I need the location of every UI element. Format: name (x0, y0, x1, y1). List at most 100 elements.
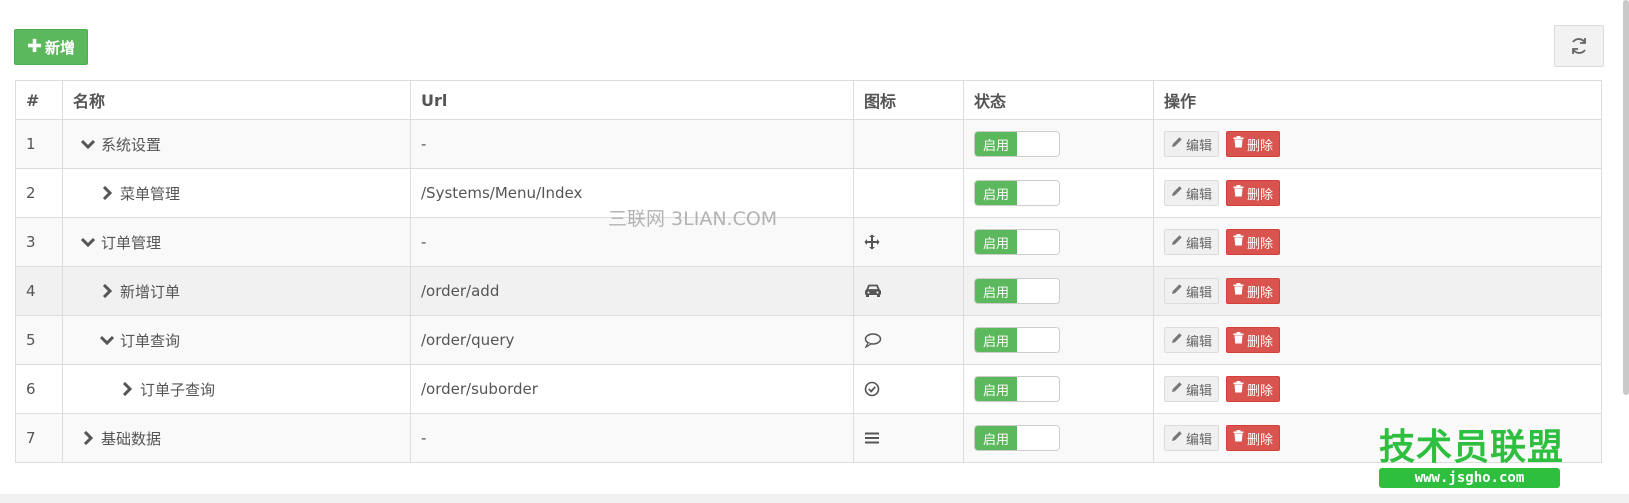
delete-button[interactable]: 删除 (1226, 376, 1281, 402)
toggle-knob (1017, 230, 1059, 254)
edit-button[interactable]: 编辑 (1164, 278, 1220, 304)
row-actions-cell: 编辑 删除 (1153, 217, 1602, 267)
menu-table: # 名称 Url 图标 状态 操作 1 系统设置 - 启用 编辑 删除 2 菜单… (15, 80, 1602, 463)
delete-button[interactable]: 删除 (1226, 278, 1281, 304)
edit-button[interactable]: 编辑 (1164, 229, 1220, 255)
chevron-down-icon[interactable] (100, 333, 114, 347)
row-name: 新增订单 (120, 282, 181, 301)
trash-icon (1233, 185, 1244, 201)
col-header-icon: 图标 (853, 80, 964, 120)
toggle-knob (1017, 377, 1059, 401)
chevron-right-icon[interactable] (100, 284, 114, 298)
row-icon-cell (853, 364, 964, 414)
status-toggle[interactable]: 启用 (974, 131, 1060, 157)
row-status-cell: 启用 (963, 364, 1154, 414)
delete-button[interactable]: 删除 (1226, 425, 1281, 451)
row-name: 基础数据 (101, 429, 162, 448)
chevron-down-icon[interactable] (81, 235, 95, 249)
delete-button[interactable]: 删除 (1226, 229, 1281, 255)
edit-button[interactable]: 编辑 (1164, 131, 1220, 157)
status-toggle[interactable]: 启用 (974, 376, 1060, 402)
chevron-right-icon[interactable] (120, 382, 134, 396)
row-icon-cell (853, 315, 964, 365)
table-row: 3 订单管理 - 启用 编辑 删除 (15, 217, 1602, 267)
chevron-right-icon[interactable] (100, 186, 114, 200)
chevron-down-icon[interactable] (81, 137, 95, 151)
chevron-right-icon[interactable] (81, 431, 95, 445)
bars-icon (864, 431, 953, 445)
edit-button-label: 编辑 (1186, 187, 1213, 203)
edit-button[interactable]: 编辑 (1164, 425, 1220, 451)
logo-title: 技术员联盟 (1379, 427, 1565, 468)
table-row: 7 基础数据 - 启用 编辑 删除 (15, 413, 1602, 463)
plus-icon: ✚ (26, 36, 43, 57)
edit-button[interactable]: 编辑 (1164, 376, 1220, 402)
table-row: 1 系统设置 - 启用 编辑 删除 (15, 119, 1602, 169)
row-name: 订单管理 (101, 233, 162, 252)
add-button[interactable]: ✚ 新增 (14, 29, 88, 65)
status-toggle[interactable]: 启用 (974, 327, 1060, 353)
col-header-actions: 操作 (1153, 80, 1602, 120)
row-status-cell: 启用 (963, 266, 1154, 316)
row-status-cell: 启用 (963, 168, 1154, 218)
move-icon (864, 234, 953, 250)
row-status-cell: 启用 (963, 413, 1154, 463)
row-name: 系统设置 (101, 135, 162, 154)
trash-icon (1233, 234, 1244, 250)
row-url: - (410, 413, 854, 463)
row-name: 订单查询 (120, 331, 181, 350)
status-toggle[interactable]: 启用 (974, 180, 1060, 206)
table-row: 2 菜单管理 /Systems/Menu/Index 启用 编辑 删除 (15, 168, 1602, 218)
row-number: 1 (15, 119, 63, 169)
delete-button-label: 删除 (1247, 432, 1274, 448)
status-label: 启用 (975, 132, 1017, 156)
row-number: 6 (15, 364, 63, 414)
row-url: /order/add (410, 266, 854, 316)
row-name-cell: 菜单管理 (62, 168, 411, 218)
edit-button-label: 编辑 (1186, 285, 1213, 301)
row-icon-cell (853, 217, 964, 267)
row-name-cell: 订单子查询 (62, 364, 411, 414)
row-name-cell: 系统设置 (62, 119, 411, 169)
add-button-label: 新增 (45, 38, 76, 57)
status-toggle[interactable]: 启用 (974, 425, 1060, 451)
pencil-icon (1171, 430, 1183, 446)
status-label: 启用 (975, 377, 1017, 401)
status-toggle[interactable]: 启用 (974, 229, 1060, 255)
row-url: - (410, 119, 854, 169)
edit-button[interactable]: 编辑 (1164, 327, 1220, 353)
row-number: 5 (15, 315, 63, 365)
page-bottom-strip (0, 494, 1629, 503)
status-label: 启用 (975, 426, 1017, 450)
site-logo: 技术员联盟 www.jsgho.com (1379, 430, 1564, 488)
row-status-cell: 启用 (963, 217, 1154, 267)
table-row: 5 订单查询 /order/query 启用 编辑 删除 (15, 315, 1602, 365)
table-header-row: # 名称 Url 图标 状态 操作 (15, 80, 1602, 120)
delete-button-label: 删除 (1247, 285, 1274, 301)
status-toggle[interactable]: 启用 (974, 278, 1060, 304)
col-header-url: Url (410, 80, 854, 120)
edit-button-label: 编辑 (1186, 432, 1213, 448)
col-header-name: 名称 (62, 80, 411, 120)
edit-button-label: 编辑 (1186, 334, 1213, 350)
pencil-icon (1171, 283, 1183, 299)
status-label: 启用 (975, 328, 1017, 352)
refresh-button[interactable] (1554, 25, 1604, 67)
check-circle-icon (864, 381, 953, 397)
pencil-icon (1171, 332, 1183, 348)
row-actions-cell: 编辑 删除 (1153, 266, 1602, 316)
delete-button[interactable]: 删除 (1226, 131, 1281, 157)
row-actions-cell: 编辑 删除 (1153, 315, 1602, 365)
vertical-scrollbar[interactable] (1623, 0, 1629, 395)
row-name: 菜单管理 (120, 184, 181, 203)
row-name-cell: 新增订单 (62, 266, 411, 316)
edit-button[interactable]: 编辑 (1164, 180, 1220, 206)
row-url: /order/query (410, 315, 854, 365)
row-icon-cell (853, 413, 964, 463)
row-actions-cell: 编辑 删除 (1153, 168, 1602, 218)
row-status-cell: 启用 (963, 119, 1154, 169)
trash-icon (1233, 430, 1244, 446)
delete-button[interactable]: 删除 (1226, 180, 1281, 206)
delete-button-label: 删除 (1247, 383, 1274, 399)
delete-button[interactable]: 删除 (1226, 327, 1281, 353)
